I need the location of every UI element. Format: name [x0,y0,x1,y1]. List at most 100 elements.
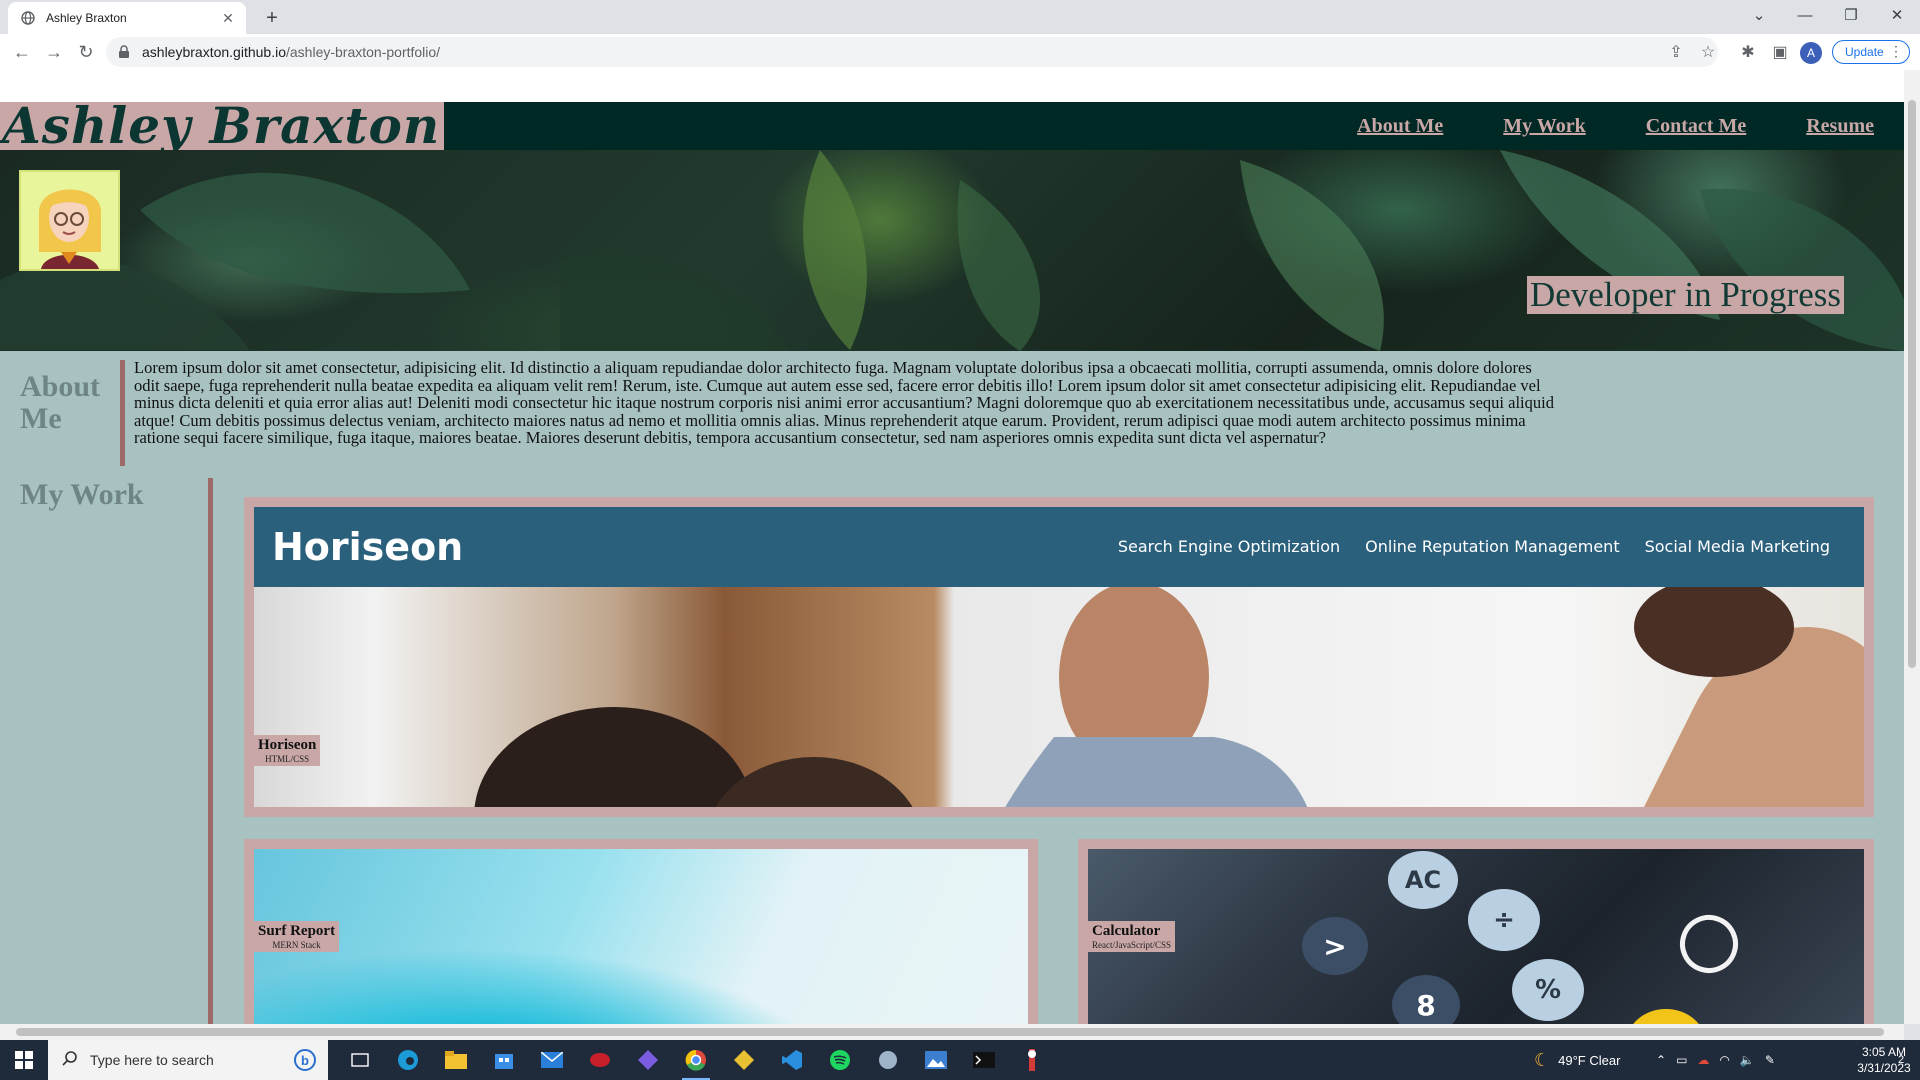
main-nav: About Me My Work Contact Me Resume [1357,102,1874,150]
reload-icon[interactable]: ↻ [72,38,100,66]
horiseon-nav-item: Online Reputation Management [1365,537,1620,556]
globe-icon [20,10,36,26]
project-screenshot: Horiseon Search Engine Optimization Onli… [254,507,1864,807]
hero-banner: Developer in Progress [0,150,1904,351]
update-button[interactable]: Update ⋮ [1832,40,1910,64]
calc-key: 8 [1392,975,1460,1024]
nav-link-contact-me[interactable]: Contact Me [1646,115,1747,138]
side-panel-icon[interactable]: ▣ [1768,40,1792,64]
restore-icon[interactable]: ❐ [1828,0,1874,30]
weather-text: 49°F Clear [1558,1052,1621,1068]
chevron-up-icon[interactable]: ⌃ [1656,1053,1666,1067]
about-paragraph: Lorem ipsum dolor sit amet consectetur, … [134,358,1554,447]
new-tab-button[interactable]: + [260,6,284,30]
lock-icon [118,45,132,59]
photos-icon[interactable] [912,1040,960,1080]
app-pin-icon[interactable] [1008,1040,1056,1080]
project-card-horiseon[interactable]: Horiseon Search Engine Optimization Onli… [244,497,1874,817]
profile-avatar-illustration [19,170,120,271]
project-card-calculator[interactable]: AC > ÷ % 8 Calculator React/JavaScript/C… [1078,839,1874,1024]
volume-icon[interactable]: 🔈 [1740,1053,1755,1067]
nav-link-my-work[interactable]: My Work [1503,115,1585,138]
taskbar-search-input[interactable]: Type here to search b [48,1040,328,1080]
horiseon-hero-photo [254,577,1864,807]
file-explorer-icon[interactable] [432,1040,480,1080]
update-label: Update [1845,45,1884,59]
notification-icon[interactable]: 2 [1886,1040,1916,1080]
pen-icon[interactable]: ✎ [1765,1053,1775,1067]
scrollbar-thumb[interactable] [1908,100,1916,668]
address-bar[interactable]: ashleybraxton.github.io/ashley-braxton-p… [106,37,1718,67]
project-label: Horiseon HTML/CSS [254,735,321,766]
search-placeholder: Type here to search [90,1052,214,1068]
calc-key: ÷ [1468,889,1540,951]
url-text: ashleybraxton.github.io/ashley-braxton-p… [142,44,441,60]
horiseon-nav-item: Social Media Marketing [1644,537,1830,556]
profile-avatar[interactable]: A [1800,42,1822,64]
mail-icon[interactable] [528,1040,576,1080]
browser-tab[interactable]: Ashley Braxton ✕ [8,2,246,34]
tab-title: Ashley Braxton [46,11,127,25]
project-name: Horiseon [258,737,317,753]
notification-count: 2 [1897,1054,1905,1066]
project-name: Surf Report [258,923,336,939]
browser-tab-bar: Ashley Braxton ✕ + ⌄ — ❐ ✕ [0,0,1920,34]
close-tab-icon[interactable]: ✕ [220,10,236,26]
tagline: Developer in Progress [1526,276,1844,314]
vertical-scrollbar[interactable] [1904,70,1920,1024]
page-viewport: Ashley Braxton About Me My Work Contact … [0,70,1904,1024]
search-icon [62,1050,78,1071]
tab-search-icon[interactable]: ⌄ [1736,0,1782,30]
git-icon[interactable] [720,1040,768,1080]
calc-zero-key-outline [1671,906,1747,982]
horizontal-scrollbar[interactable] [0,1024,1904,1040]
store-icon[interactable] [480,1040,528,1080]
calc-equals-key [1626,1009,1706,1024]
windows-start-icon[interactable] [0,1040,48,1080]
close-window-icon[interactable]: ✕ [1874,0,1920,30]
project-name: Calculator [1092,923,1161,939]
work-divider [208,478,213,1024]
about-divider [120,360,125,466]
project-label: Surf Report MERN Stack [254,921,340,952]
horiseon-header: Horiseon Search Engine Optimization Onli… [254,507,1864,587]
extensions-icon[interactable]: ✱ [1736,40,1760,64]
edge-icon[interactable] [384,1040,432,1080]
project-card-surf-report[interactable]: Surf Report MERN Stack [244,839,1038,1024]
surf-wave-photo [254,849,1028,1024]
calculator-photo: AC > ÷ % 8 [1088,849,1864,1024]
onedrive-icon[interactable]: ☁ [1697,1053,1709,1067]
horiseon-logo: Horiseon [272,525,464,569]
nav-link-about-me[interactable]: About Me [1357,115,1443,138]
project-screenshot: Surf Report MERN Stack [254,849,1028,1024]
moon-icon: ☾ [1534,1049,1551,1070]
app-red-icon[interactable] [576,1040,624,1080]
forward-icon[interactable]: → [40,38,68,66]
vscode-icon[interactable] [768,1040,816,1080]
menu-dots-icon[interactable]: ⋮ [1889,43,1903,60]
terminal-icon[interactable] [960,1040,1008,1080]
nav-link-resume[interactable]: Resume [1806,115,1874,138]
app-gray-icon[interactable] [864,1040,912,1080]
app-purple-icon[interactable] [624,1040,672,1080]
chrome-icon[interactable] [672,1040,720,1080]
back-icon[interactable]: ← [8,38,36,66]
task-view-icon[interactable] [336,1040,384,1080]
share-icon[interactable]: ⇪ [1664,40,1688,64]
scrollbar-thumb[interactable] [16,1028,1884,1036]
windows-taskbar: Type here to search b ☾ 49°F Clear ⌃ ▭ ☁… [0,1040,1920,1080]
weather-widget[interactable]: ☾ 49°F Clear [1534,1040,1620,1080]
spotify-icon[interactable] [816,1040,864,1080]
site-title: Ashley Braxton [0,101,445,151]
work-heading: My Work [20,478,144,511]
bing-icon[interactable]: b [294,1049,316,1071]
project-tech: MERN Stack [272,940,321,950]
calc-key: > [1302,917,1368,975]
device-icon[interactable]: ▭ [1676,1053,1687,1067]
project-tech: HTML/CSS [265,754,310,764]
minimize-icon[interactable]: — [1782,0,1828,30]
bookmark-star-icon[interactable]: ☆ [1696,40,1720,64]
horiseon-nav-item: Search Engine Optimization [1117,537,1341,556]
project-label: Calculator React/JavaScript/CSS [1088,921,1175,952]
wifi-icon[interactable]: ◠ [1719,1053,1729,1067]
